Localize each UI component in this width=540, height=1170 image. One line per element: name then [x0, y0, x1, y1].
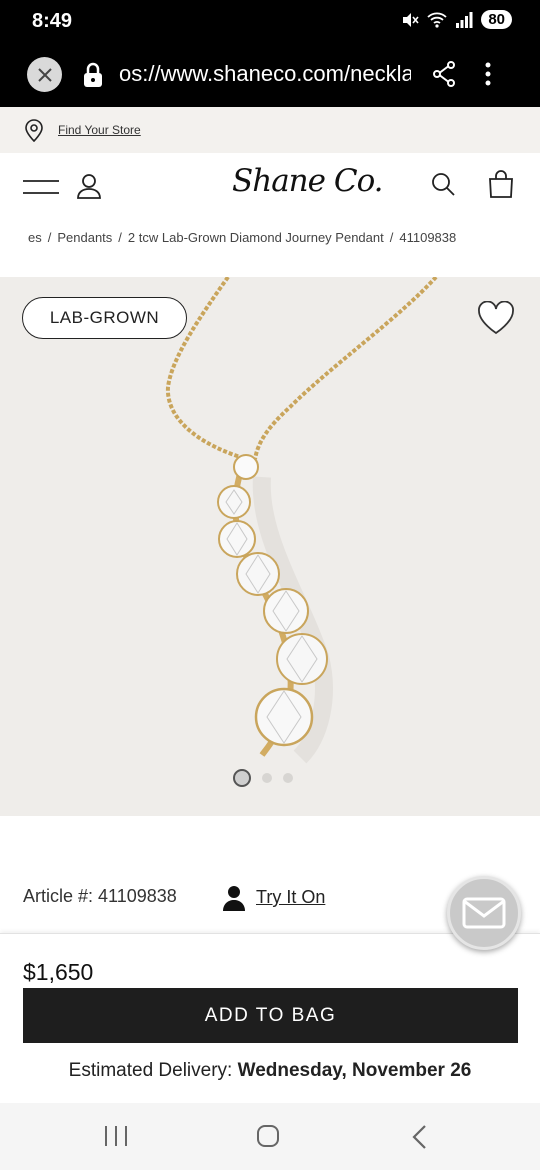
- pendant-image: [165, 277, 438, 764]
- signal-icon: [456, 11, 473, 28]
- product-hero[interactable]: LAB-GROWN: [0, 277, 540, 816]
- add-to-bag-button[interactable]: ADD TO BAG: [23, 988, 518, 1043]
- status-time: 8:49: [32, 10, 73, 32]
- close-tab-button[interactable]: [27, 57, 62, 92]
- carousel-dot[interactable]: [283, 773, 293, 783]
- wishlist-heart-icon[interactable]: [477, 301, 515, 335]
- carousel-dots: [233, 769, 293, 787]
- share-icon[interactable]: [432, 61, 456, 87]
- android-nav-bar: [0, 1103, 540, 1170]
- delivery-label: Estimated Delivery:: [68, 1060, 233, 1081]
- status-icons: 80: [401, 10, 512, 29]
- battery-badge: 80: [481, 10, 512, 29]
- breadcrumb-item[interactable]: es: [28, 230, 42, 245]
- breadcrumb-item-article: 41109838: [399, 230, 457, 245]
- breadcrumb-item-product[interactable]: 2 tcw Lab-Grown Diamond Journey Pendant: [128, 230, 384, 245]
- estimated-delivery: Estimated Delivery: Wednesday, November …: [0, 1060, 540, 1082]
- site-header: Shane Co.: [0, 153, 540, 217]
- location-pin-icon: [25, 119, 43, 142]
- try-it-on-link[interactable]: Try It On: [256, 887, 325, 908]
- recent-apps-icon[interactable]: [104, 1125, 128, 1147]
- wifi-icon: [427, 12, 447, 28]
- carousel-dot-active[interactable]: [233, 769, 251, 787]
- search-icon[interactable]: [431, 172, 455, 196]
- browser-url-bar: os://www.shaneco.com/neckla: [0, 44, 540, 107]
- carousel-dot[interactable]: [262, 773, 272, 783]
- lab-grown-badge: LAB-GROWN: [22, 297, 187, 339]
- chat-button[interactable]: [447, 876, 521, 950]
- diamond-stones: [217, 454, 328, 747]
- mute-icon: [403, 12, 419, 27]
- breadcrumb-item-pendants[interactable]: Pendants: [57, 230, 112, 245]
- mail-icon: [462, 897, 506, 929]
- back-icon[interactable]: [410, 1124, 428, 1150]
- url-field[interactable]: os://www.shaneco.com/neckla: [119, 61, 411, 87]
- account-icon[interactable]: [77, 173, 101, 199]
- shopping-bag-icon[interactable]: [488, 170, 514, 198]
- breadcrumb-separator: /: [118, 230, 122, 245]
- more-options-icon[interactable]: [484, 61, 492, 87]
- store-strip: Find Your Store: [0, 107, 540, 153]
- person-icon: [223, 886, 245, 911]
- close-icon: [37, 67, 52, 82]
- breadcrumb: es / Pendants / 2 tcw Lab-Grown Diamond Jour…: [0, 230, 540, 250]
- find-your-store-link[interactable]: Find Your Store: [58, 123, 141, 137]
- breadcrumb-separator: /: [47, 230, 52, 245]
- status-bar: 8:49 80: [0, 0, 540, 44]
- breadcrumb-separator: /: [389, 230, 394, 245]
- home-icon[interactable]: [256, 1124, 280, 1148]
- product-price: $1,650: [23, 959, 94, 985]
- lock-icon: [84, 62, 102, 87]
- article-number: Article #: 41109838: [23, 886, 177, 906]
- delivery-date: Wednesday, November 26: [237, 1060, 472, 1081]
- hamburger-menu-icon[interactable]: [23, 179, 59, 195]
- sticky-purchase-bar: $1,650 ADD TO BAG Estimated Delivery: We…: [0, 933, 540, 1103]
- shane-co-logo[interactable]: Shane Co.: [232, 163, 384, 199]
